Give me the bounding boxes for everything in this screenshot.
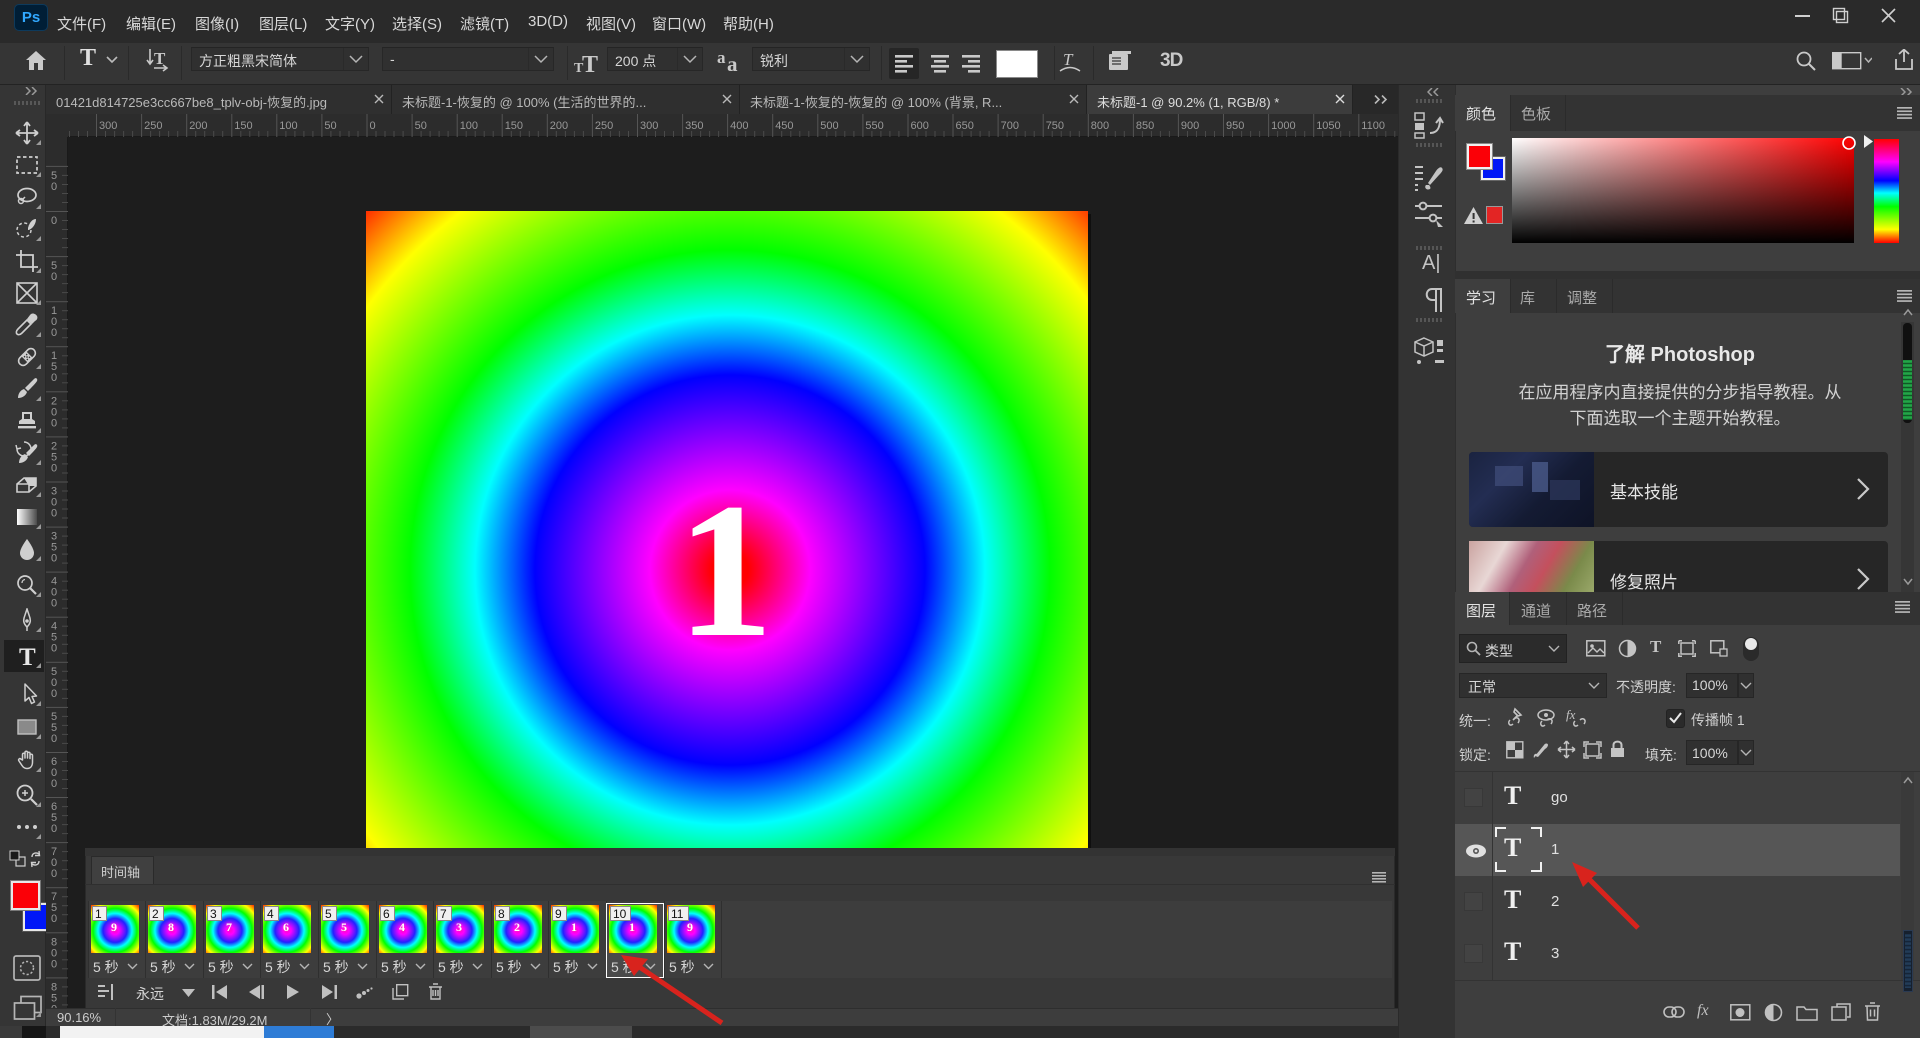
svg-text:0: 0 [51,643,57,655]
svg-text:200: 200 [189,120,207,132]
svg-text:350: 350 [685,120,703,132]
svg-text:300: 300 [99,120,117,132]
svg-text:950: 950 [1226,120,1244,132]
svg-text:0: 0 [51,733,57,745]
svg-text:0: 0 [370,120,376,132]
svg-text:1050: 1050 [1316,120,1340,132]
svg-text:250: 250 [144,120,162,132]
svg-text:T: T [1063,50,1074,69]
svg-text:500: 500 [820,120,838,132]
svg-text:0: 0 [51,462,57,474]
svg-text:450: 450 [775,120,793,132]
svg-text:550: 550 [865,120,883,132]
svg-text:fx: fx [1566,707,1576,722]
svg-text:100: 100 [460,120,478,132]
svg-text:T: T [19,644,36,668]
svg-text:250: 250 [595,120,613,132]
svg-text:T: T [582,52,598,73]
svg-text:800: 800 [1091,120,1109,132]
svg-text:0: 0 [51,372,57,384]
svg-text:300: 300 [640,120,658,132]
svg-text:1100: 1100 [1361,120,1385,132]
svg-text:0: 0 [51,215,57,227]
svg-text:0: 0 [51,958,57,970]
svg-text:50: 50 [324,120,336,132]
svg-text:50: 50 [415,120,427,132]
svg-text:0: 0 [51,598,57,610]
svg-text:200: 200 [550,120,568,132]
svg-text:750: 750 [1046,120,1064,132]
svg-text:0: 0 [51,688,57,700]
svg-text:0: 0 [51,181,57,193]
svg-text:150: 150 [505,120,523,132]
svg-text:0: 0 [51,508,57,520]
svg-text:400: 400 [730,120,748,132]
svg-text:100: 100 [279,120,297,132]
svg-text:0: 0 [51,778,57,790]
svg-text:0: 0 [51,823,57,835]
svg-text:850: 850 [1136,120,1154,132]
svg-text:900: 900 [1181,120,1199,132]
svg-text:1000: 1000 [1271,120,1295,132]
svg-text:0: 0 [51,913,57,925]
svg-text:0: 0 [51,327,57,339]
svg-text:0: 0 [51,271,57,283]
svg-text:0: 0 [51,417,57,429]
svg-text:600: 600 [911,120,929,132]
svg-text:0: 0 [51,553,57,565]
svg-text:0: 0 [51,868,57,880]
svg-text:650: 650 [956,120,974,132]
svg-text:700: 700 [1001,120,1019,132]
svg-text:150: 150 [234,120,252,132]
